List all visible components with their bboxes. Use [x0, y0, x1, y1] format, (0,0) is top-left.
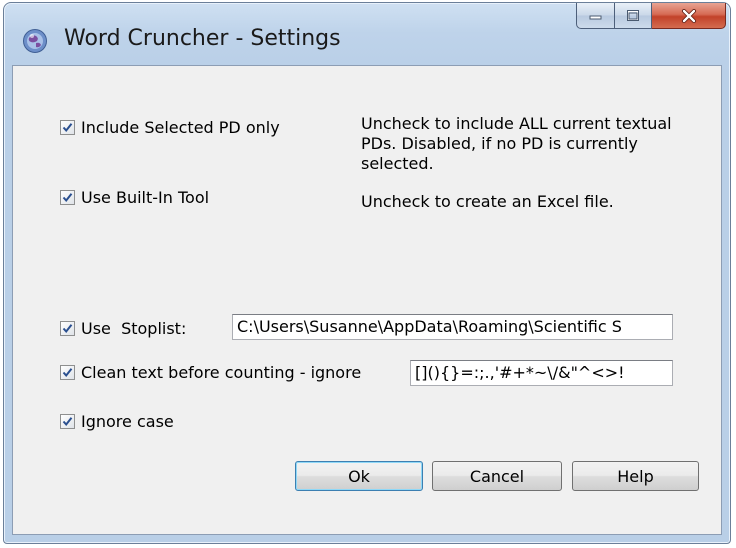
built-in-tool-checkbox[interactable]	[60, 190, 75, 205]
clean-text-option[interactable]: Clean text before counting - ignore	[60, 363, 361, 382]
title-bar[interactable]: Word Cruncher - Settings	[4, 3, 730, 65]
include-selected-checkbox[interactable]	[60, 120, 75, 135]
help-button[interactable]: Help	[572, 461, 699, 491]
checkmark-icon	[62, 368, 73, 378]
ignore-case-option[interactable]: Ignore case	[60, 412, 174, 431]
stoplist-checkbox[interactable]	[60, 321, 75, 336]
caption-buttons	[576, 3, 726, 31]
settings-window: Word Cruncher - Settings Include Selecte…	[3, 2, 731, 544]
include-selected-help: Uncheck to include ALL current textual P…	[361, 114, 672, 173]
built-in-tool-help: Uncheck to create an Excel file.	[361, 192, 614, 211]
stoplist-option[interactable]: Use Stoplist:	[60, 319, 186, 338]
clean-text-label: Clean text before counting - ignore	[81, 363, 362, 382]
maximize-button[interactable]	[614, 3, 652, 29]
globe-app-icon	[23, 29, 47, 53]
minimize-button[interactable]	[576, 3, 614, 29]
checkmark-icon	[62, 324, 73, 334]
maximize-icon	[627, 9, 639, 21]
ignore-case-label: Ignore case	[81, 412, 174, 431]
checkmark-icon	[62, 417, 73, 427]
minimize-icon	[589, 15, 601, 19]
built-in-tool-label: Use Built-In Tool	[81, 188, 210, 207]
checkmark-icon	[62, 193, 73, 203]
include-selected-option[interactable]: Include Selected PD only	[60, 118, 280, 137]
built-in-tool-option[interactable]: Use Built-In Tool	[60, 188, 209, 207]
stoplist-path-input[interactable]: C:\Users\Susanne\AppData\Roaming\Scienti…	[232, 314, 673, 340]
clean-text-checkbox[interactable]	[60, 365, 75, 380]
window-title: Word Cruncher - Settings	[64, 26, 341, 51]
ignore-case-checkbox[interactable]	[60, 414, 75, 429]
stoplist-label: Use Stoplist:	[81, 319, 187, 338]
include-selected-label: Include Selected PD only	[81, 118, 280, 137]
checkmark-icon	[62, 123, 73, 133]
close-button[interactable]	[652, 3, 726, 29]
ok-button[interactable]: Ok	[295, 461, 423, 491]
ignore-characters-input[interactable]: [](){}=:;.,'#+*~\/&"^<>!	[410, 360, 673, 386]
cancel-button[interactable]: Cancel	[432, 461, 562, 491]
dialog-client-area: Include Selected PD only Uncheck to incl…	[12, 65, 722, 535]
close-icon	[681, 8, 696, 23]
